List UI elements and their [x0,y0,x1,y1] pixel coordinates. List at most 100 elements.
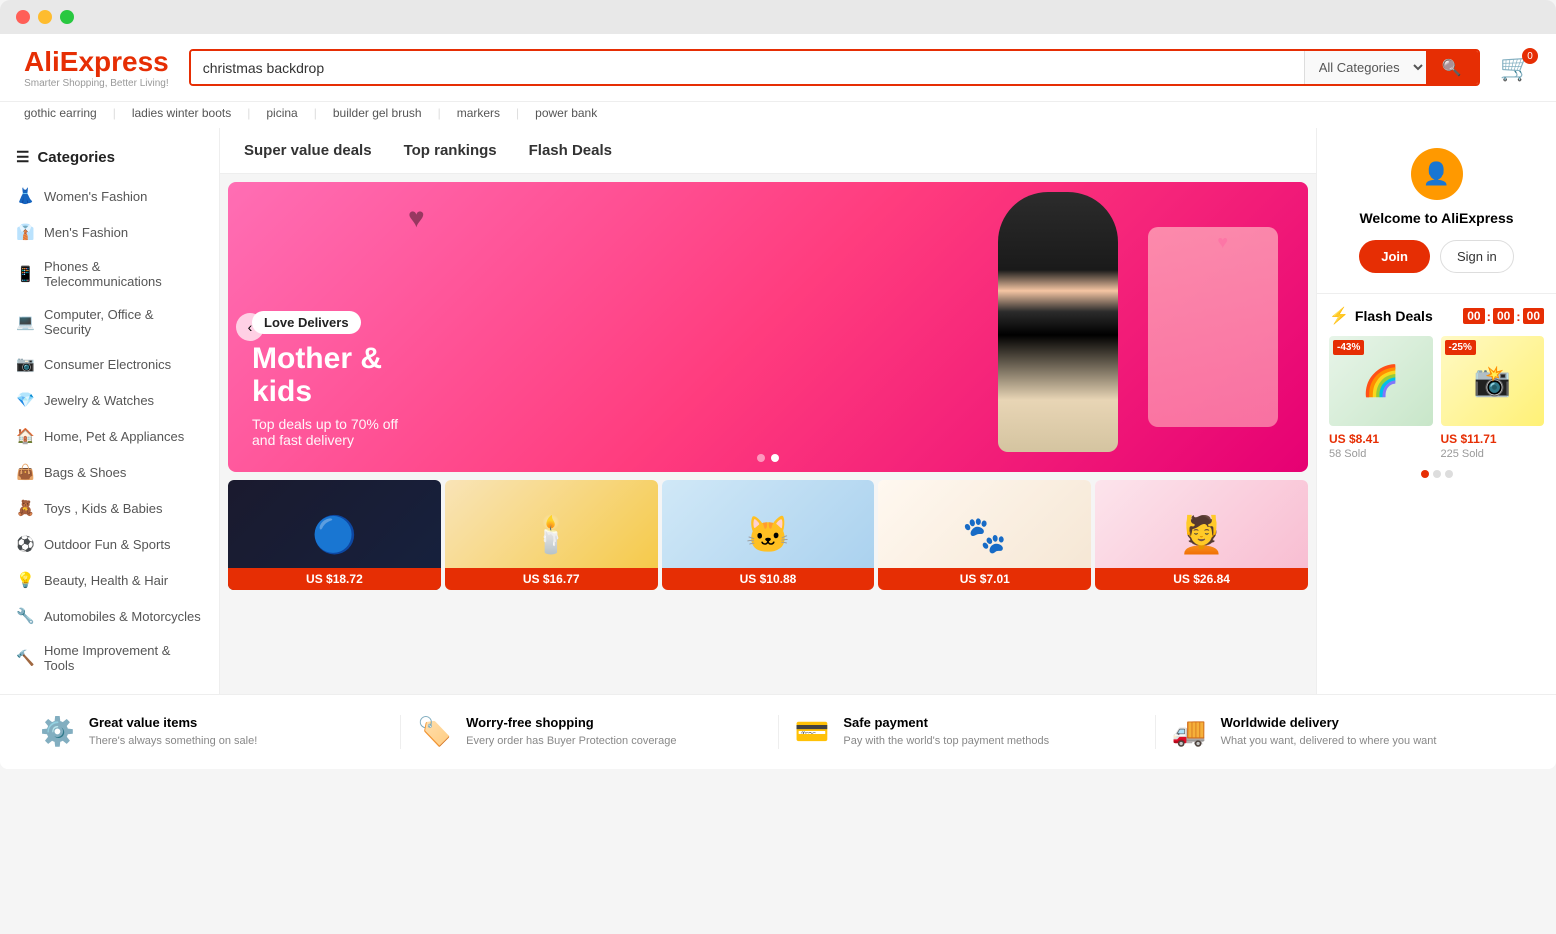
sidebar-label-phones: Phones & Telecommunications [44,259,203,289]
flash-price-1: US $8.41 [1329,432,1433,446]
sidebar-item-womens-fashion[interactable]: 👗 Women's Fashion [0,178,219,214]
suggestion-bar: gothic earring | ladies winter boots | p… [0,102,1556,128]
suggestion-power-bank[interactable]: power bank [535,106,597,120]
flash-timer: 00 : 00 : 00 [1463,308,1544,324]
suggestion-builder-gel-brush[interactable]: builder gel brush [333,106,422,120]
sidebar-label-bags: Bags & Shoes [44,465,126,480]
sidebar-header: ☰ Categories [0,140,219,178]
flash-card-1[interactable]: 🌈 -43% US $8.41 58 Sold [1329,336,1433,460]
sidebar-item-beauty[interactable]: 💡 Beauty, Health & Hair [0,562,219,598]
flash-img-2: 📸 -25% [1441,336,1545,426]
signin-button[interactable]: Sign in [1440,240,1514,273]
computer-icon: 💻 [16,313,34,331]
sep2: | [247,106,250,120]
banner-subtitle: Top deals up to 70% offand fast delivery [252,416,398,448]
feature-great-value-text: Great value items There's always somethi… [89,715,257,749]
home-improvement-icon: 🔨 [16,649,34,667]
suggestion-ladies-winter-boots[interactable]: ladies winter boots [132,106,231,120]
sidebar-item-home-pet[interactable]: 🏠 Home, Pet & Appliances [0,418,219,454]
banner-dots [757,454,779,462]
product-price-3: US $10.88 [662,568,875,590]
suggestion-picina[interactable]: picina [266,106,297,120]
banner-pill: Love Delivers [252,311,361,334]
sidebar-item-toys[interactable]: 🧸 Toys , Kids & Babies [0,490,219,526]
welcome-box: 👤 Welcome to AliExpress Join Sign in [1317,128,1556,294]
tab-super-value[interactable]: Super value deals [244,142,372,159]
sidebar-label-home-improvement: Home Improvement & Tools [44,643,203,673]
product-card-4[interactable]: 🐾 US $7.01 [878,480,1091,590]
sep1: | [113,106,116,120]
phones-icon: 📱 [16,265,34,283]
sidebar-item-automobiles[interactable]: 🔧 Automobiles & Motorcycles [0,598,219,634]
sidebar-item-jewelry[interactable]: 💎 Jewelry & Watches [0,382,219,418]
banner-main[interactable]: ‹ ♥ ♥ Love Delivers Mother &kids Top de [228,182,1308,472]
sidebar-label-mens-fashion: Men's Fashion [44,225,128,240]
suggestion-gothic-earring[interactable]: gothic earring [24,106,97,120]
search-bar: All Categories 🔍 [189,49,1480,86]
sidebar-item-phones[interactable]: 📱 Phones & Telecommunications [0,250,219,298]
feature-safe-payment-title: Safe payment [843,715,1049,730]
flash-dot-3[interactable] [1445,470,1453,478]
sep5: | [516,106,519,120]
sidebar-label-outdoor: Outdoor Fun & Sports [44,537,170,552]
product-price-4: US $7.01 [878,568,1091,590]
mens-fashion-icon: 👔 [16,223,34,241]
feature-great-value-title: Great value items [89,715,257,730]
feature-worry-free: 🏷️ Worry-free shopping Every order has B… [401,715,778,749]
flash-discount-1: -43% [1333,340,1364,355]
tab-flash-deals[interactable]: Flash Deals [529,142,612,159]
outdoor-icon: ⚽ [16,535,34,553]
worry-free-icon: 🏷️ [417,715,452,748]
auth-buttons: Join Sign in [1337,240,1536,273]
feature-worldwide-delivery: 🚚 Worldwide delivery What you want, deli… [1156,715,1532,749]
sidebar-item-home-improvement[interactable]: 🔨 Home Improvement & Tools [0,634,219,682]
sidebar-label-electronics: Consumer Electronics [44,357,171,372]
feature-worry-free-desc: Every order has Buyer Protection coverag… [466,734,676,749]
feature-worldwide-title: Worldwide delivery [1221,715,1437,730]
banner-dot-1[interactable] [757,454,765,462]
search-button[interactable]: 🔍 [1426,51,1478,84]
close-button[interactable] [16,10,30,24]
suggestion-markers[interactable]: markers [457,106,500,120]
sidebar-item-computer[interactable]: 💻 Computer, Office & Security [0,298,219,346]
avatar: 👤 [1411,148,1463,200]
flash-deals-panel: ⚡ Flash Deals 00 : 00 : 00 🌈 [1317,294,1556,694]
flash-sold-1: 58 Sold [1329,448,1433,460]
banner-dot-2[interactable] [771,454,779,462]
great-value-icon: ⚙️ [40,715,75,748]
cart[interactable]: 🛒 0 [1500,52,1532,83]
product-card-5[interactable]: 💆 US $26.84 [1095,480,1308,590]
sidebar: ☰ Categories 👗 Women's Fashion 👔 Men's F… [0,128,220,694]
banner-heart2: ♥ [1217,232,1228,253]
timer-minutes: 00 [1493,308,1514,324]
sep3: | [314,106,317,120]
flash-dot-1[interactable] [1421,470,1429,478]
timer-seconds: 00 [1523,308,1544,324]
logo[interactable]: AliExpress Smarter Shopping, Better Livi… [24,46,169,89]
home-pet-icon: 🏠 [16,427,34,445]
flash-sold-2: 225 Sold [1441,448,1545,460]
flash-card-2[interactable]: 📸 -25% US $11.71 225 Sold [1441,336,1545,460]
minimize-button[interactable] [38,10,52,24]
logo-text: AliExpress [24,46,169,78]
flash-deals-title: ⚡ Flash Deals [1329,306,1433,326]
content-area: Super value deals Top rankings Flash Dea… [220,128,1316,694]
product-card-3[interactable]: 🐱 US $10.88 [662,480,875,590]
sidebar-item-electronics[interactable]: 📷 Consumer Electronics [0,346,219,382]
maximize-button[interactable] [60,10,74,24]
product-strip: 🔵 US $18.72 🕯️ US $16.77 🐱 US $10.88 [220,480,1316,598]
product-card-2[interactable]: 🕯️ US $16.77 [445,480,658,590]
tab-top-rankings[interactable]: Top rankings [404,142,497,159]
product-card-1[interactable]: 🔵 US $18.72 [228,480,441,590]
sidebar-item-outdoor[interactable]: ⚽ Outdoor Fun & Sports [0,526,219,562]
footer-features: ⚙️ Great value items There's always some… [0,694,1556,769]
sidebar-item-mens-fashion[interactable]: 👔 Men's Fashion [0,214,219,250]
right-panel: 👤 Welcome to AliExpress Join Sign in ⚡ F… [1316,128,1556,694]
category-select[interactable]: All Categories [1304,51,1426,84]
sidebar-item-bags[interactable]: 👜 Bags & Shoes [0,454,219,490]
automobiles-icon: 🔧 [16,607,34,625]
search-input[interactable] [191,51,1304,84]
banner-heart: ♥ [408,202,425,234]
join-button[interactable]: Join [1359,240,1430,273]
flash-dot-2[interactable] [1433,470,1441,478]
